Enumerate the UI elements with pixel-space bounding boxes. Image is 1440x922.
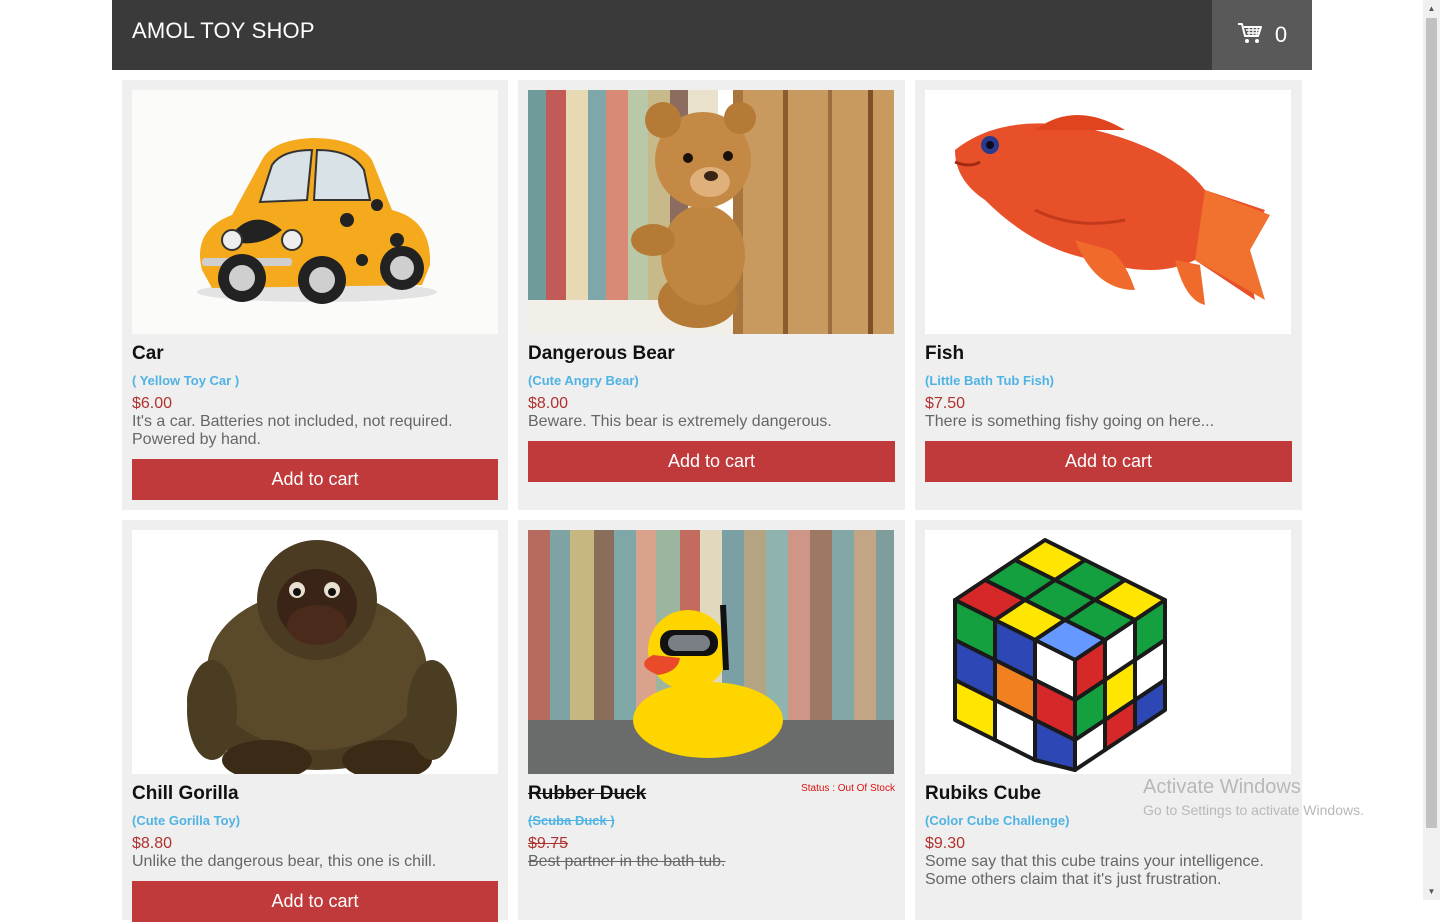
activation-watermark-title: Activate Windows	[1143, 776, 1301, 798]
product-subtitle: (Scuba Duck )	[528, 813, 615, 828]
site-header: AMOL TOY SHOP 0	[112, 0, 1312, 70]
product-description: Unlike the dangerous bear, this one is c…	[132, 853, 492, 871]
add-to-cart-button[interactable]: Add to cart	[528, 441, 895, 482]
product-card-cube: Rubiks Cube (Color Cube Challenge) $9.30…	[915, 520, 1302, 920]
product-price: $8.80	[132, 835, 173, 852]
product-title: Dangerous Bear	[528, 343, 675, 364]
scroll-down-arrow-icon[interactable]: ▼	[1423, 883, 1440, 900]
product-description: Best partner in the bath tub.	[528, 853, 888, 871]
product-image-duck[interactable]	[528, 530, 894, 774]
scrollbar-thumb[interactable]	[1426, 18, 1437, 828]
site-brand[interactable]: AMOL TOY SHOP	[132, 18, 315, 44]
cart-button[interactable]: 0	[1212, 0, 1312, 70]
product-card-car: Car ( Yellow Toy Car ) $6.00 It's a car.…	[122, 80, 508, 510]
stock-status: Status : Out Of Stock	[801, 783, 895, 794]
description-line: It's a car. Batteries not included, not …	[132, 413, 453, 430]
product-description: Some say that this cube trains your inte…	[925, 853, 1285, 889]
add-to-cart-button[interactable]: Add to cart	[132, 881, 498, 922]
product-price: $7.50	[925, 395, 966, 412]
product-card-fish: Fish (Little Bath Tub Fish) $7.50 There …	[915, 80, 1302, 510]
scroll-up-arrow-icon[interactable]: ▲	[1423, 0, 1440, 17]
product-description: There is something fishy going on here..…	[925, 413, 1285, 431]
description-line: Powered by hand.	[132, 431, 261, 448]
product-image-bear[interactable]	[528, 90, 894, 334]
description-line: Some say that this cube trains your inte…	[925, 853, 1264, 870]
product-price: $9.75	[528, 835, 569, 852]
product-title: Rubiks Cube	[925, 783, 1042, 804]
product-description: Beware. This bear is extremely dangerous…	[528, 413, 888, 431]
product-title: Chill Gorilla	[132, 783, 239, 804]
product-image-cube[interactable]	[925, 530, 1291, 774]
activation-watermark-subtitle: Go to Settings to activate Windows.	[1143, 802, 1364, 818]
product-subtitle: (Little Bath Tub Fish)	[925, 373, 1055, 388]
description-line: There is something fishy going on here..…	[925, 413, 1215, 430]
cart-count: 0	[1274, 22, 1288, 47]
product-price: $9.30	[925, 835, 966, 852]
product-price: $6.00	[132, 395, 173, 412]
page-scrollbar[interactable]: ▲ ▼	[1423, 0, 1440, 900]
product-title: Fish	[925, 343, 965, 364]
add-to-cart-button[interactable]: Add to cart	[925, 441, 1292, 482]
product-card-bear: Dangerous Bear (Cute Angry Bear) $8.00 B…	[518, 80, 905, 510]
product-subtitle: ( Yellow Toy Car )	[132, 373, 240, 388]
add-to-cart-button[interactable]: Add to cart	[132, 459, 498, 500]
product-subtitle: (Cute Gorilla Toy)	[132, 813, 241, 828]
shopping-cart-icon	[1237, 22, 1263, 49]
product-subtitle: (Cute Angry Bear)	[528, 373, 639, 388]
description-line: Beware. This bear is extremely dangerous…	[528, 413, 832, 430]
description-line: Unlike the dangerous bear, this one is c…	[132, 853, 437, 870]
product-image-fish[interactable]	[925, 90, 1291, 334]
product-subtitle: (Color Cube Challenge)	[925, 813, 1070, 828]
product-card-duck: Rubber Duck Status : Out Of Stock (Scuba…	[518, 520, 905, 920]
product-image-gorilla[interactable]	[132, 530, 498, 774]
product-title: Car	[132, 343, 164, 364]
description-line: Some others claim that it's just frustra…	[925, 871, 1222, 888]
product-price: $8.00	[528, 395, 569, 412]
product-image-car[interactable]	[132, 90, 498, 334]
product-card-gorilla: Chill Gorilla (Cute Gorilla Toy) $8.80 U…	[122, 520, 508, 922]
product-description: It's a car. Batteries not included, not …	[132, 413, 492, 449]
product-title: Rubber Duck	[528, 783, 647, 804]
description-line: Best partner in the bath tub.	[528, 853, 726, 870]
